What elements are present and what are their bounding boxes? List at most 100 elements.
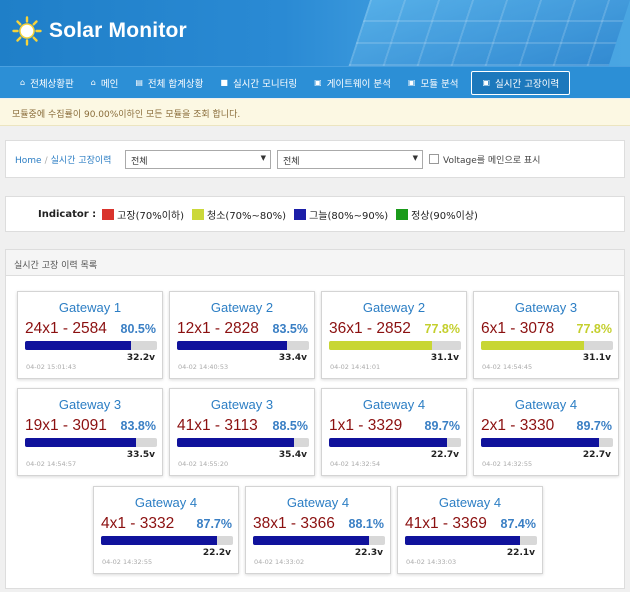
legend-swatch <box>192 208 205 220</box>
module-card[interactable]: Gateway 4 4x1 - 3332 87.7% 22.2v 04-02 14:32… <box>93 486 239 574</box>
collection-rate: 88.5% <box>272 419 308 433</box>
nav-item-label: 전체 합계상황 <box>147 78 204 90</box>
voltage-value: 22.2v <box>202 548 231 558</box>
collection-rate-bar-fill <box>177 341 288 350</box>
legend-label: 그늘(80%~90%) <box>309 210 389 222</box>
module-card[interactable]: Gateway 4 1x1 - 3329 89.7% 22.7v 04-02 14:32… <box>321 388 467 476</box>
collection-rate: 77.8% <box>424 322 460 336</box>
voltage-value: 22.7v <box>430 450 459 460</box>
modules-icon: ▣ <box>314 78 322 87</box>
modules-icon: ▣ <box>482 78 491 87</box>
app-header: Solar Monitor <box>0 0 630 66</box>
voltage-checkbox[interactable] <box>429 154 439 164</box>
collection-rate: 89.7% <box>424 419 460 433</box>
voltage-value: 31.1v <box>430 353 459 363</box>
indicator-legend: Indicator : 고장(70%이하) 청소(70%~80%) 그늘(80%… <box>5 196 625 232</box>
module-card[interactable]: Gateway 3 6x1 - 3078 77.8% 31.1v 04-02 14:54… <box>473 291 619 379</box>
nav-item-total-summary[interactable]: ▤ 전체 합계상황 <box>127 71 211 95</box>
gateway-select[interactable]: 전체 ▼ <box>125 149 271 169</box>
timestamp: 04-02 14:32:55 <box>482 460 533 468</box>
collection-rate: 87.4% <box>500 517 536 531</box>
legend-item-normal: 정상(90%이상) <box>396 207 478 222</box>
panel-title: 실시간 고장 이력 목록 <box>6 250 624 276</box>
module-card[interactable]: Gateway 4 38x1 - 3366 88.1% 22.3v 04-02 14:3… <box>245 486 391 574</box>
nav-item-module-analysis[interactable]: ▣ 모듈 분석 <box>400 71 467 95</box>
gateway-name: Gateway 4 <box>362 397 426 412</box>
module-select-value: 전체 <box>283 156 300 167</box>
nav-item-gateway-analysis[interactable]: ▣ 게이트웨이 분석 <box>306 71 399 95</box>
voltage-value: 33.4v <box>278 353 307 363</box>
module-id: 38x1 - 3366 <box>253 515 335 532</box>
modules-icon: ▣ <box>407 78 416 87</box>
module-id: 41x1 - 3369 <box>405 515 487 532</box>
collection-rate-bar-fill <box>177 438 294 447</box>
gateway-name: Gateway 3 <box>210 397 274 412</box>
module-card[interactable]: Gateway 1 24x1 - 2584 80.5% 32.2v 04-02 15:0… <box>17 291 163 379</box>
app-logo[interactable]: Solar Monitor <box>12 16 187 46</box>
gateway-name: Gateway 4 <box>286 495 350 510</box>
module-select[interactable]: 전체 ▼ <box>277 149 423 169</box>
voltage-value: 32.2v <box>126 353 155 363</box>
module-card[interactable]: Gateway 2 12x1 - 2828 83.5% 33.4v 04-02 14:4… <box>169 291 315 379</box>
chevron-down-icon: ▼ <box>260 153 266 162</box>
nav-item-label: 전체상황판 <box>30 78 74 90</box>
nav-item-realtime-fault-history[interactable]: ▣ 실시간 고장이력 <box>471 70 571 95</box>
voltage-checkbox-label: Voltage를 메인으로 표시 <box>443 155 541 166</box>
collection-rate-bar <box>177 438 309 447</box>
module-card[interactable]: Gateway 4 41x1 - 3369 87.4% 22.1v 04-02 14:3… <box>397 486 543 574</box>
home-icon: ⌂ <box>20 78 26 87</box>
home-icon: ⌂ <box>90 78 96 87</box>
notice-banner: 모듈중에 수집률이 90.00%이하인 모든 모듈을 조회 합니다. <box>0 99 630 126</box>
collection-rate: 83.5% <box>272 322 308 336</box>
voltage-value: 22.3v <box>354 548 383 558</box>
legend-label: 고장(70%이하) <box>117 210 185 222</box>
timestamp: 04-02 14:33:03 <box>406 558 457 566</box>
nav-item-label: 실시간 고장이력 <box>495 78 560 90</box>
timestamp: 04-02 14:54:57 <box>26 460 77 468</box>
module-card[interactable]: Gateway 4 2x1 - 3330 89.7% 22.7v 04-02 14:32… <box>473 388 619 476</box>
collection-rate-bar <box>481 438 613 447</box>
collection-rate-bar-fill <box>253 536 370 545</box>
nav-item-label: 메인 <box>100 78 119 90</box>
nav-item-dashboard[interactable]: ⌂ 전체상황판 <box>12 71 82 95</box>
collection-rate-bar <box>481 341 613 350</box>
indicator-label: Indicator : <box>38 208 97 220</box>
module-id: 1x1 - 3329 <box>329 417 403 434</box>
collection-rate-bar-fill <box>101 536 217 545</box>
collection-rate-bar <box>25 438 157 447</box>
nav-item-main[interactable]: ⌂ 메인 <box>83 71 127 95</box>
collection-rate-bar-fill <box>329 438 448 447</box>
module-card[interactable]: Gateway 3 19x1 - 3091 83.8% 33.5v 04-02 14:5… <box>17 388 163 476</box>
collection-rate: 89.7% <box>576 419 612 433</box>
collection-rate: 77.8% <box>576 322 612 336</box>
module-card[interactable]: Gateway 2 36x1 - 2852 77.8% 31.1v 04-02 14:4… <box>321 291 467 379</box>
filter-bar: Home / 실시간 고장이력 전체 ▼ 전체 ▼ Voltage를 메인으로 표시 <box>5 140 625 178</box>
video-icon: ■ <box>220 78 228 87</box>
collection-rate-bar-fill <box>481 341 584 350</box>
breadcrumb: Home / 실시간 고장이력 <box>15 153 125 166</box>
nav-item-label: 모듈 분석 <box>420 78 459 90</box>
collection-rate-bar-fill <box>329 341 432 350</box>
collection-rate-bar <box>25 341 157 350</box>
collection-rate-bar <box>101 536 233 545</box>
collection-rate: 88.1% <box>348 517 384 531</box>
collection-rate: 80.5% <box>120 322 156 336</box>
module-id: 19x1 - 3091 <box>25 417 107 434</box>
legend-label: 청소(70%~80%) <box>207 210 287 222</box>
timestamp: 04-02 14:40:53 <box>178 363 229 371</box>
breadcrumb-separator: / <box>44 155 48 166</box>
legend-swatch <box>102 208 115 220</box>
nav-item-realtime-monitoring[interactable]: ■ 실시간 모니터링 <box>212 71 305 95</box>
collection-rate-bar-fill <box>25 438 136 447</box>
legend-item-fault: 고장(70%이하) <box>102 207 184 222</box>
gateway-name: Gateway 2 <box>362 300 426 315</box>
module-card[interactable]: Gateway 3 41x1 - 3113 88.5% 35.4v 04-02 14:5… <box>169 388 315 476</box>
voltage-value: 35.4v <box>278 450 307 460</box>
breadcrumb-current: 실시간 고장이력 <box>50 155 112 166</box>
module-id: 24x1 - 2584 <box>25 320 107 337</box>
voltage-main-toggle[interactable]: Voltage를 메인으로 표시 <box>429 153 540 166</box>
module-id: 6x1 - 3078 <box>481 320 555 337</box>
breadcrumb-home-link[interactable]: Home <box>15 156 42 166</box>
collection-rate-bar <box>329 438 461 447</box>
voltage-value: 22.7v <box>582 450 611 460</box>
